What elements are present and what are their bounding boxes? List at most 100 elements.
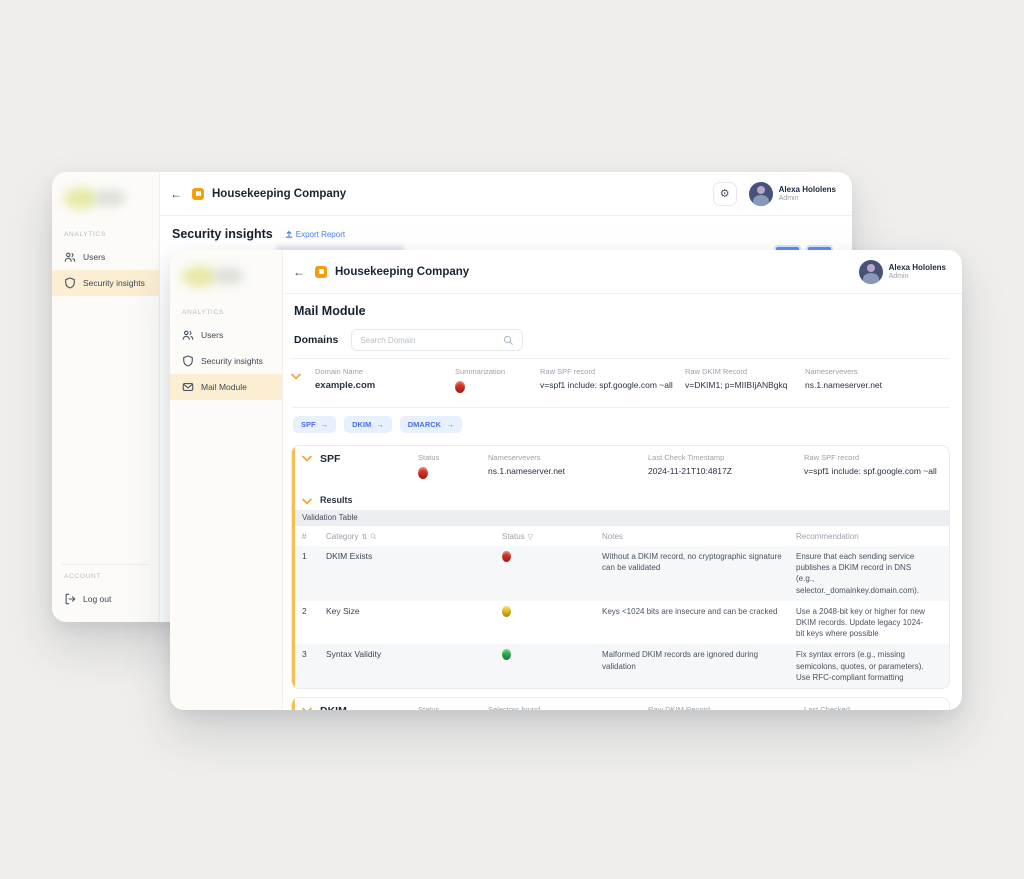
- company-logo-blurred: [62, 185, 149, 213]
- front-main: ← Housekeeping Company Alexa Hololens Ad…: [283, 250, 962, 710]
- arrow-right-icon: →: [376, 420, 384, 429]
- company-logo-blurred: [180, 263, 272, 291]
- table-header-row: # Category ⇅ Status ▽ Notes Recommendati…: [292, 526, 949, 546]
- sidebar-section-label: ANALYTICS: [182, 309, 282, 316]
- sidebar-item-label: Users: [83, 252, 105, 262]
- col-status: Status: [502, 532, 525, 541]
- chevron-down-icon: [302, 498, 312, 505]
- sort-icon[interactable]: ⇅: [361, 533, 367, 541]
- user-role: Admin: [889, 273, 946, 280]
- app-logo-icon: [192, 188, 204, 200]
- col-recommendation: Recommendation: [796, 532, 939, 541]
- app-logo-icon: [315, 266, 327, 278]
- back-arrow-icon[interactable]: ←: [293, 265, 305, 279]
- section-title: DKIM: [320, 705, 347, 710]
- sidebar-account-label: ACCOUNT: [64, 573, 159, 580]
- search-icon[interactable]: [503, 335, 514, 346]
- category-cell: DKIM Exists: [326, 551, 498, 561]
- gear-icon: ⚙: [720, 187, 730, 200]
- table-row[interactable]: 3 Syntax Validity Malformed DKIM records…: [292, 644, 949, 688]
- sidebar-item-users[interactable]: Users: [52, 244, 159, 270]
- domains-toolbar: Domains: [294, 329, 950, 351]
- back-title-row: Security insights Export Report: [160, 216, 852, 250]
- search-input[interactable]: [360, 336, 497, 345]
- selectors-label: Selectors found: [488, 705, 648, 710]
- notes-cell: Without a DKIM record, no cryptographic …: [602, 551, 792, 573]
- app-title: Housekeeping Company: [335, 266, 469, 278]
- raw-dkim-value: v=DKIM1; p=MIIBIjANBgkq: [685, 380, 805, 390]
- status-dot: [418, 467, 428, 479]
- domain-row: Domain Name example.com Summarization Ra…: [291, 358, 950, 408]
- mail-icon: [182, 381, 194, 393]
- accent-bar: [292, 446, 295, 688]
- summarization-label: Summarization: [455, 367, 540, 376]
- front-sidebar: ANALYTICS Users Security insights Mail M…: [170, 250, 283, 710]
- domains-label: Domains: [294, 334, 338, 346]
- page-title: Mail Module: [294, 304, 950, 318]
- domain-expand-chevron[interactable]: [291, 367, 315, 385]
- column-search-icon[interactable]: [370, 533, 377, 540]
- logout-button[interactable]: Log out: [52, 586, 159, 612]
- raw-spf-value: v=spf1 include: spf.google.com ~all: [804, 466, 939, 476]
- sidebar-account-section: ACCOUNT Log out: [52, 564, 159, 612]
- status-label: Status: [418, 453, 488, 462]
- col-num: #: [302, 532, 322, 541]
- sidebar-item-security-insights[interactable]: Security insights: [170, 348, 282, 374]
- sidebar-item-label: Mail Module: [201, 382, 247, 392]
- table-row[interactable]: 1 DKIM Exists Without a DKIM record, no …: [292, 546, 949, 601]
- domain-search: [351, 329, 523, 351]
- raw-spf-label: Raw SPF record: [540, 367, 685, 376]
- shield-icon: [182, 355, 194, 367]
- category-cell: Syntax Validity: [326, 649, 498, 659]
- category-cell: Key Size: [326, 606, 498, 616]
- arrow-right-icon: →: [446, 420, 454, 429]
- status-dot: [502, 606, 511, 617]
- user-menu[interactable]: Alexa Hololens Admin: [749, 182, 836, 206]
- status-dot: [502, 551, 511, 562]
- back-app-header: ← Housekeeping Company ⚙ Alexa Hololens …: [160, 172, 852, 216]
- dkim-expand-chevron[interactable]: [302, 705, 312, 710]
- domain-name-value: example.com: [315, 380, 455, 391]
- spf-expand-chevron[interactable]: [302, 453, 312, 465]
- back-arrow-icon[interactable]: ←: [170, 187, 182, 201]
- user-name: Alexa Hololens: [889, 263, 946, 272]
- section-title: SPF: [320, 453, 340, 465]
- sidebar-item-security-insights[interactable]: Security insights: [52, 270, 159, 296]
- nameservers-label: Nameservevers: [488, 453, 648, 462]
- raw-spf-label: Raw SPF record: [804, 453, 939, 462]
- status-label: Status: [418, 705, 488, 710]
- avatar: [859, 260, 883, 284]
- sidebar-item-users[interactable]: Users: [170, 322, 282, 348]
- recommendation-cell: Fix syntax errors (e.g., missing semicol…: [796, 649, 939, 683]
- sidebar-item-mail-module[interactable]: Mail Module: [170, 374, 282, 400]
- record-pills: SPF→ DKIM→ DMARCK→: [291, 408, 950, 437]
- raw-spf-value: v=spf1 include: spf.google.com ~all: [540, 380, 685, 390]
- notes-cell: Malformed DKIM records are ignored durin…: [602, 649, 792, 671]
- spf-pill[interactable]: SPF→: [293, 416, 336, 433]
- settings-button[interactable]: ⚙: [713, 182, 737, 206]
- arrow-right-icon: →: [321, 420, 329, 429]
- mail-module-content: Mail Module Domains Domain Name example.…: [283, 294, 962, 710]
- user-role: Admin: [779, 195, 836, 202]
- validation-table-bar: Validation Table: [292, 510, 949, 526]
- sidebar-item-label: Security insights: [201, 356, 263, 366]
- status-dot: [455, 381, 465, 393]
- avatar: [749, 182, 773, 206]
- logout-label: Log out: [83, 594, 111, 604]
- user-menu[interactable]: Alexa Hololens Admin: [859, 260, 946, 284]
- dmarc-pill[interactable]: DMARCK→: [400, 416, 462, 433]
- results-toggle[interactable]: Results: [292, 490, 949, 510]
- raw-dkim-label: Raw DKIM Record: [648, 705, 804, 710]
- dkim-pill[interactable]: DKIM→: [344, 416, 392, 433]
- sidebar-section-label: ANALYTICS: [64, 231, 159, 238]
- filter-icon[interactable]: ▽: [528, 533, 533, 541]
- nameservers-value: ns.1.nameserver.net: [488, 466, 648, 476]
- recommendation-cell: Ensure that each sending service publish…: [796, 551, 939, 596]
- notes-cell: Keys <1024 bits are insecure and can be …: [602, 606, 792, 617]
- last-checked-label: Last Checked: [804, 705, 939, 710]
- front-window: ANALYTICS Users Security insights Mail M…: [170, 250, 962, 710]
- table-row[interactable]: 2 Key Size Keys <1024 bits are insecure …: [292, 601, 949, 645]
- accent-bar: [292, 698, 295, 710]
- export-report-link[interactable]: Export Report: [285, 230, 345, 239]
- col-category: Category: [326, 532, 358, 541]
